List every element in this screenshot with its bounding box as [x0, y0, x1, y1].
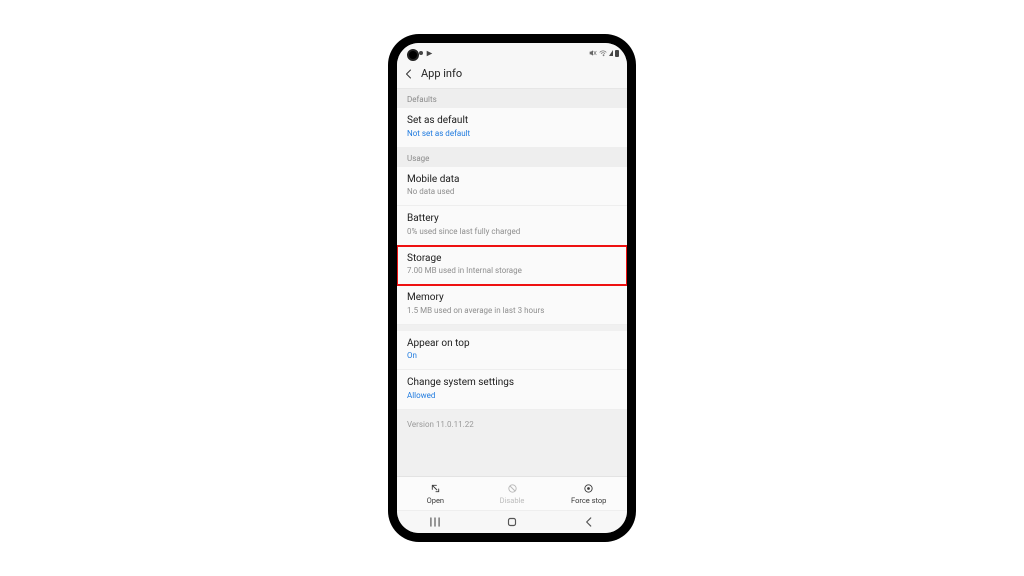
- battery-icon: [615, 50, 619, 57]
- volume-mute-icon: [589, 49, 597, 57]
- page-title: App info: [421, 67, 462, 80]
- wifi-icon: [599, 49, 607, 57]
- item-change-system-settings[interactable]: Change system settings Allowed: [397, 370, 627, 410]
- title-bar: App info: [397, 61, 627, 89]
- action-label: Force stop: [571, 496, 606, 505]
- open-button[interactable]: Open: [397, 477, 474, 510]
- chevron-left-icon: [582, 515, 596, 529]
- version-text: Version 11.0.11.22: [397, 410, 627, 435]
- item-subtitle: 0% used since last fully charged: [407, 227, 617, 237]
- system-nav-bar: [397, 510, 627, 533]
- item-title: Set as default: [407, 115, 617, 128]
- content-scroll[interactable]: Defaults Set as default Not set as defau…: [397, 89, 627, 476]
- item-set-as-default[interactable]: Set as default Not set as default: [397, 108, 627, 148]
- play-icon: [426, 50, 433, 57]
- item-subtitle: 7.00 MB used in Internal storage: [407, 266, 617, 276]
- item-mobile-data[interactable]: Mobile data No data used: [397, 167, 627, 207]
- force-stop-button[interactable]: Force stop: [550, 477, 627, 510]
- item-title: Change system settings: [407, 377, 617, 390]
- recents-button[interactable]: [415, 515, 455, 529]
- item-title: Storage: [407, 253, 617, 266]
- force-stop-icon: [583, 483, 594, 494]
- item-appear-on-top[interactable]: Appear on top On: [397, 331, 627, 371]
- item-battery[interactable]: Battery 0% used since last fully charged: [397, 206, 627, 246]
- item-memory[interactable]: Memory 1.5 MB used on average in last 3 …: [397, 285, 627, 325]
- item-title: Battery: [407, 213, 617, 226]
- action-label: Open: [427, 496, 445, 505]
- action-label: Disable: [500, 496, 525, 505]
- item-title: Appear on top: [407, 338, 617, 351]
- back-button[interactable]: [403, 68, 415, 80]
- bottom-action-bar: Open Disable Force stop: [397, 476, 627, 510]
- home-button[interactable]: [492, 515, 532, 529]
- status-bar: [397, 43, 627, 61]
- recents-icon: [428, 515, 442, 529]
- item-title: Memory: [407, 292, 617, 305]
- item-subtitle: On: [407, 351, 617, 361]
- signal-icon: [609, 50, 613, 56]
- disable-button: Disable: [474, 477, 551, 510]
- home-icon: [505, 515, 519, 529]
- item-title: Mobile data: [407, 174, 617, 187]
- open-icon: [430, 483, 441, 494]
- item-subtitle: Not set as default: [407, 129, 617, 139]
- item-storage[interactable]: Storage 7.00 MB used in Internal storage: [397, 246, 627, 286]
- item-subtitle: 1.5 MB used on average in last 3 hours: [407, 306, 617, 316]
- screen: App info Defaults Set as default Not set…: [397, 43, 627, 533]
- device-frame: App info Defaults Set as default Not set…: [389, 35, 635, 541]
- disable-icon: [507, 483, 518, 494]
- nav-back-button[interactable]: [569, 515, 609, 529]
- notification-dot-icon: [419, 51, 423, 55]
- section-label-defaults: Defaults: [397, 89, 627, 108]
- front-camera: [407, 49, 419, 61]
- item-subtitle: Allowed: [407, 391, 617, 401]
- item-subtitle: No data used: [407, 187, 617, 197]
- section-label-usage: Usage: [397, 148, 627, 167]
